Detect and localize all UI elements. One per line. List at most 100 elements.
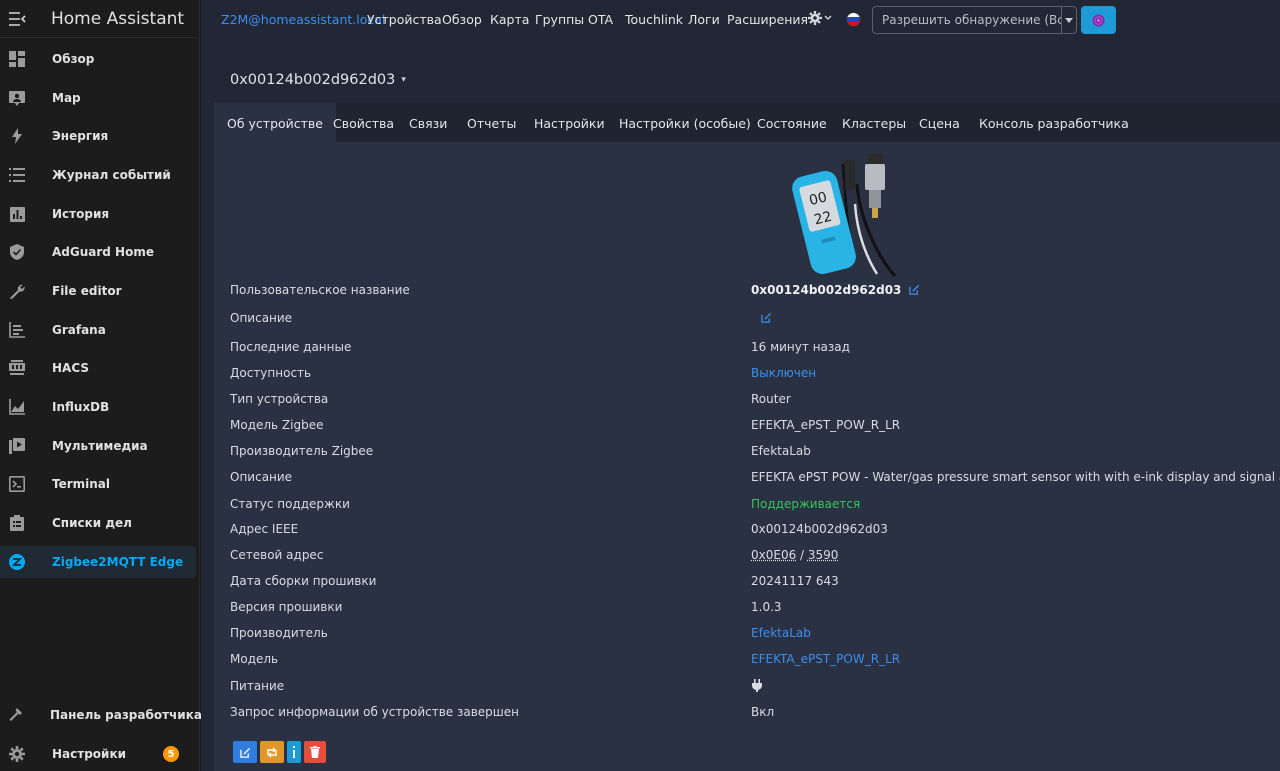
- sidebar-item-file-editor[interactable]: File editor: [0, 275, 196, 307]
- sidebar-item-label: Zigbee2MQTT Edge: [52, 555, 183, 569]
- tab-scene[interactable]: Сцена: [906, 103, 973, 142]
- sidebar: Home Assistant Обзор Map Энергия Журнал …: [0, 0, 200, 771]
- settings-dropdown[interactable]: [808, 11, 832, 25]
- permit-join-button[interactable]: [1081, 6, 1116, 34]
- tab-settings[interactable]: Настройки: [521, 103, 618, 142]
- nav-link-overview[interactable]: Обзор: [442, 12, 482, 27]
- sidebar-item-developer-tools[interactable]: Панель разработчика: [0, 699, 196, 731]
- label-model: Модель: [230, 652, 278, 666]
- edit-description-icon[interactable]: [761, 312, 772, 326]
- value-model-description: EFEKTA ePST POW - Water/gas pressure sma…: [751, 470, 1280, 484]
- sidebar-item-hacs[interactable]: HACS: [0, 352, 196, 384]
- interview-button[interactable]: [287, 741, 301, 763]
- menu-toggle-button[interactable]: [0, 0, 34, 38]
- device-actions: [233, 741, 329, 763]
- label-model-description: Описание: [230, 470, 292, 484]
- sidebar-item-zigbee2mqtt[interactable]: Zigbee2MQTT Edge: [0, 546, 196, 578]
- lightning-icon: [8, 127, 26, 145]
- nav-link-groups[interactable]: Группы: [535, 12, 584, 27]
- sidebar-item-label: Настройки: [52, 747, 126, 761]
- sidebar-item-media[interactable]: Мультимедиа: [0, 430, 196, 462]
- sidebar-item-map[interactable]: Map: [0, 82, 196, 114]
- label-interview-completed: Запрос информации об устройстве завершен: [230, 705, 519, 719]
- network-address-separator: /: [796, 548, 808, 562]
- language-flag-icon[interactable]: [846, 12, 861, 27]
- edit-name-icon[interactable]: [909, 284, 920, 298]
- value-firmware-build-date: 20241117 643: [751, 574, 839, 588]
- gear-icon: [808, 11, 822, 25]
- hacs-icon: [8, 359, 26, 377]
- sidebar-item-label: Журнал событий: [52, 168, 171, 182]
- value-friendly-name: 0x00124b002d962d03: [751, 283, 920, 298]
- sidebar-item-energy[interactable]: Энергия: [0, 120, 196, 152]
- reconfigure-button[interactable]: [260, 741, 284, 763]
- value-zigbee-model: EFEKTA_ePST_POW_R_LR: [751, 418, 900, 432]
- sidebar-item-terminal[interactable]: Terminal: [0, 468, 196, 500]
- nav-link-logs[interactable]: Логи: [688, 12, 720, 27]
- sidebar-item-grafana[interactable]: Grafana: [0, 314, 196, 346]
- chart-areaspline-icon: [8, 398, 26, 416]
- nav-link-map[interactable]: Карта: [490, 12, 529, 27]
- shield-icon: [8, 243, 26, 261]
- value-availability[interactable]: Выключен: [751, 366, 816, 380]
- label-network-address: Сетевой адрес: [230, 548, 323, 562]
- sidebar-item-influxdb[interactable]: InfluxDB: [0, 391, 196, 423]
- device-image: 00 22: [785, 154, 909, 280]
- tab-settings-specific[interactable]: Настройки (особые): [606, 103, 764, 142]
- play-box-icon: [8, 437, 26, 455]
- label-support-status: Статус поддержки: [230, 497, 350, 511]
- nav-link-ota[interactable]: OTA: [588, 12, 613, 27]
- sidebar-item-settings[interactable]: Настройки 5: [0, 738, 196, 770]
- sidebar-item-history[interactable]: История: [0, 198, 196, 230]
- tab-dev-console[interactable]: Консоль разработчика: [966, 103, 1142, 142]
- value-manufacturer-link[interactable]: EfektaLab: [751, 626, 811, 640]
- tab-about[interactable]: Об устройстве: [214, 103, 336, 142]
- label-power-source: Питание: [230, 679, 284, 693]
- permit-join-dropdown-toggle[interactable]: [1061, 7, 1076, 33]
- tab-exposes[interactable]: Свойства: [320, 103, 407, 142]
- sidebar-item-label: Панель разработчика: [50, 708, 202, 722]
- sidebar-item-todo[interactable]: Списки дел: [0, 507, 196, 539]
- main-content: Z2M@homeassistant.local Устройства Обзор…: [201, 0, 1280, 771]
- value-model-link[interactable]: EFEKTA_ePST_POW_R_LR: [751, 652, 900, 666]
- value-power-source: [751, 679, 763, 695]
- sidebar-item-label: Grafana: [52, 323, 106, 337]
- label-zigbee-manufacturer: Производитель Zigbee: [230, 444, 373, 458]
- edit-icon: [240, 747, 251, 758]
- sidebar-item-label: Terminal: [52, 477, 110, 491]
- top-navigation: Z2M@homeassistant.local Устройства Обзор…: [201, 0, 1280, 40]
- map-icon: [8, 89, 26, 107]
- tab-reporting[interactable]: Отчеты: [454, 103, 529, 142]
- remove-button[interactable]: [304, 741, 326, 763]
- app-title: Home Assistant: [51, 9, 184, 29]
- sidebar-item-overview[interactable]: Обзор: [0, 43, 196, 75]
- value-interview-completed: Вкл: [751, 705, 774, 719]
- label-ieee-address: Адрес IEEE: [230, 522, 298, 536]
- sidebar-item-adguard[interactable]: AdGuard Home: [0, 236, 196, 268]
- nav-brand-link[interactable]: Z2M@homeassistant.local: [221, 12, 385, 27]
- sidebar-item-label: HACS: [52, 361, 89, 375]
- tab-bind[interactable]: Связи: [396, 103, 460, 142]
- dashboard-icon: [8, 50, 26, 68]
- device-tabs: Об устройстве Свойства Связи Отчеты Наст…: [214, 103, 1280, 142]
- nav-link-extensions[interactable]: Расширения: [727, 12, 808, 27]
- notification-badge: 5: [163, 746, 179, 762]
- sidebar-item-label: File editor: [52, 284, 121, 298]
- caret-down-icon: [1065, 18, 1073, 23]
- permit-join-select[interactable]: Разрешить обнаружение (Все): [872, 6, 1077, 34]
- friendly-name-text: 0x00124b002d962d03: [751, 283, 901, 297]
- value-device-type: Router: [751, 392, 791, 406]
- nav-link-devices[interactable]: Устройства: [367, 12, 442, 27]
- rename-button[interactable]: [233, 741, 257, 763]
- sidebar-item-label: AdGuard Home: [52, 245, 154, 259]
- label-zigbee-model: Модель Zigbee: [230, 418, 324, 432]
- sidebar-item-logbook[interactable]: Журнал событий: [0, 159, 196, 191]
- device-title-dropdown[interactable]: 0x00124b002d962d03 ▾: [230, 72, 406, 88]
- cog-icon: [8, 745, 26, 763]
- hammer-icon: [8, 706, 24, 724]
- nav-link-touchlink[interactable]: Touchlink: [625, 12, 683, 27]
- label-availability: Доступность: [230, 366, 311, 380]
- chart-timeline-icon: [8, 321, 26, 339]
- permit-join-label: Разрешить обнаружение (Все): [873, 7, 1061, 33]
- tab-state[interactable]: Состояние: [744, 103, 840, 142]
